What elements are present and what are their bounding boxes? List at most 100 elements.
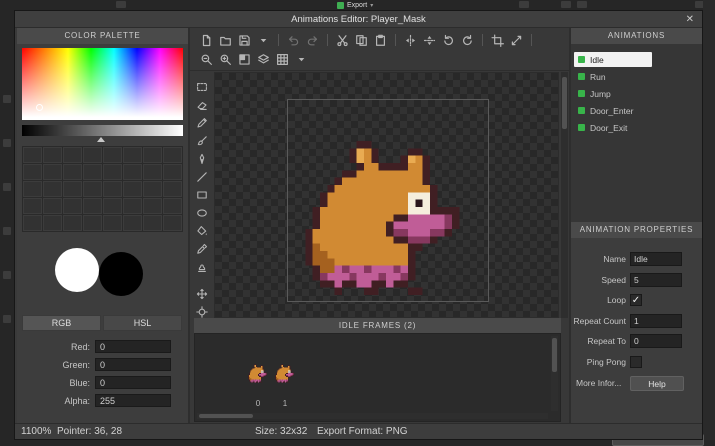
- zoom-in-icon[interactable]: [217, 51, 234, 68]
- color-select-icon[interactable]: [236, 51, 253, 68]
- layers-icon[interactable]: [255, 51, 272, 68]
- palette-swatch[interactable]: [43, 181, 62, 197]
- palette-swatch[interactable]: [123, 147, 142, 163]
- pen-icon[interactable]: [194, 150, 211, 167]
- palette-swatch[interactable]: [63, 215, 82, 231]
- palette-swatch[interactable]: [143, 147, 162, 163]
- palette-swatch[interactable]: [103, 147, 122, 163]
- scrollbar-thumb[interactable]: [199, 414, 253, 418]
- rgb-button[interactable]: RGB: [22, 315, 101, 331]
- palette-swatch[interactable]: [143, 198, 162, 214]
- pencil-icon[interactable]: [194, 114, 211, 131]
- line-icon[interactable]: [194, 168, 211, 185]
- zoom-out-icon[interactable]: [198, 51, 215, 68]
- palette-swatch[interactable]: [63, 181, 82, 197]
- palette-swatch[interactable]: [103, 164, 122, 180]
- redo-icon[interactable]: [304, 32, 321, 49]
- animation-item-idle[interactable]: Idle: [574, 52, 652, 67]
- palette-swatch[interactable]: [23, 215, 42, 231]
- palette-swatch[interactable]: [83, 164, 102, 180]
- palette-swatch[interactable]: [83, 147, 102, 163]
- canvas-area[interactable]: [214, 72, 559, 318]
- palette-swatch[interactable]: [163, 215, 182, 231]
- help-button[interactable]: Help: [630, 376, 684, 391]
- palette-swatch[interactable]: [63, 164, 82, 180]
- animation-item-run[interactable]: Run: [574, 69, 686, 84]
- flip-h-icon[interactable]: [402, 32, 419, 49]
- palette-swatch[interactable]: [143, 181, 162, 197]
- palette-swatch[interactable]: [63, 198, 82, 214]
- frames-horizontal-scrollbar[interactable]: [197, 413, 548, 419]
- crop-icon[interactable]: [489, 32, 506, 49]
- palette-swatch[interactable]: [143, 215, 162, 231]
- palette-swatch[interactable]: [83, 198, 102, 214]
- caret-down-icon[interactable]: [293, 51, 310, 68]
- eyedropper-icon[interactable]: [194, 240, 211, 257]
- primary-color-swatch[interactable]: [55, 248, 99, 292]
- color-field-input[interactable]: 255: [95, 394, 171, 407]
- palette-swatch[interactable]: [43, 164, 62, 180]
- hsl-button[interactable]: HSL: [103, 315, 182, 331]
- grid-icon[interactable]: [274, 51, 291, 68]
- palette-swatch[interactable]: [123, 164, 142, 180]
- ping-pong-checkbox[interactable]: [630, 356, 642, 368]
- name-input[interactable]: Idle: [630, 252, 682, 266]
- paste-icon[interactable]: [372, 32, 389, 49]
- palette-swatch[interactable]: [163, 181, 182, 197]
- frame-cell-1[interactable]: 1: [274, 364, 296, 408]
- palette-swatch[interactable]: [123, 215, 142, 231]
- palette-swatch[interactable]: [143, 164, 162, 180]
- color-value-slider[interactable]: [22, 125, 183, 136]
- palette-swatch[interactable]: [43, 147, 62, 163]
- palette-swatch[interactable]: [23, 198, 42, 214]
- palette-swatch[interactable]: [83, 215, 102, 231]
- color-field-input[interactable]: 0: [95, 376, 171, 389]
- palette-swatch[interactable]: [23, 181, 42, 197]
- brush-icon[interactable]: [194, 132, 211, 149]
- loop-checkbox[interactable]: ✓: [630, 294, 642, 306]
- open-folder-icon[interactable]: [217, 32, 234, 49]
- new-file-icon[interactable]: [198, 32, 215, 49]
- palette-swatch[interactable]: [163, 198, 182, 214]
- palette-swatch[interactable]: [103, 181, 122, 197]
- palette-swatch[interactable]: [23, 147, 42, 163]
- palette-swatch[interactable]: [23, 164, 42, 180]
- palette-swatch[interactable]: [43, 215, 62, 231]
- rotate-ccw-icon[interactable]: [440, 32, 457, 49]
- cut-icon[interactable]: [334, 32, 351, 49]
- save-icon[interactable]: [236, 32, 253, 49]
- copy-icon[interactable]: [353, 32, 370, 49]
- palette-swatch[interactable]: [63, 147, 82, 163]
- undo-icon[interactable]: [285, 32, 302, 49]
- animation-item-jump[interactable]: Jump: [574, 86, 686, 101]
- fill-icon[interactable]: [194, 222, 211, 239]
- animation-item-door-enter[interactable]: Door_Enter: [574, 103, 686, 118]
- resize-icon[interactable]: [508, 32, 525, 49]
- frames-vertical-scrollbar[interactable]: [551, 336, 558, 411]
- palette-swatch[interactable]: [83, 181, 102, 197]
- repeat-to-input[interactable]: 0: [630, 334, 682, 348]
- palette-swatch[interactable]: [123, 181, 142, 197]
- palette-swatch[interactable]: [123, 198, 142, 214]
- palette-swatch[interactable]: [103, 198, 122, 214]
- palette-swatch[interactable]: [163, 164, 182, 180]
- eraser-icon[interactable]: [194, 96, 211, 113]
- color-field-input[interactable]: 0: [95, 340, 171, 353]
- stamp-icon[interactable]: [194, 258, 211, 275]
- palette-swatch[interactable]: [43, 198, 62, 214]
- scrollbar-thumb[interactable]: [552, 338, 557, 372]
- rect-tool-icon[interactable]: [194, 186, 211, 203]
- animation-item-door-exit[interactable]: Door_Exit: [574, 120, 686, 135]
- palette-swatch[interactable]: [163, 147, 182, 163]
- scrollbar-thumb[interactable]: [562, 77, 567, 129]
- dialog-titlebar[interactable]: Animations Editor: Player_Mask ✕: [15, 11, 702, 28]
- canvas-vertical-scrollbar[interactable]: [561, 72, 568, 318]
- close-icon[interactable]: ✕: [686, 11, 694, 28]
- caret-down-icon[interactable]: [255, 32, 272, 49]
- color-field-input[interactable]: 0: [95, 358, 171, 371]
- select-rect-icon[interactable]: [194, 78, 211, 95]
- palette-swatch[interactable]: [103, 215, 122, 231]
- rotate-cw-icon[interactable]: [459, 32, 476, 49]
- repeat-count-input[interactable]: 1: [630, 314, 682, 328]
- flip-v-icon[interactable]: [421, 32, 438, 49]
